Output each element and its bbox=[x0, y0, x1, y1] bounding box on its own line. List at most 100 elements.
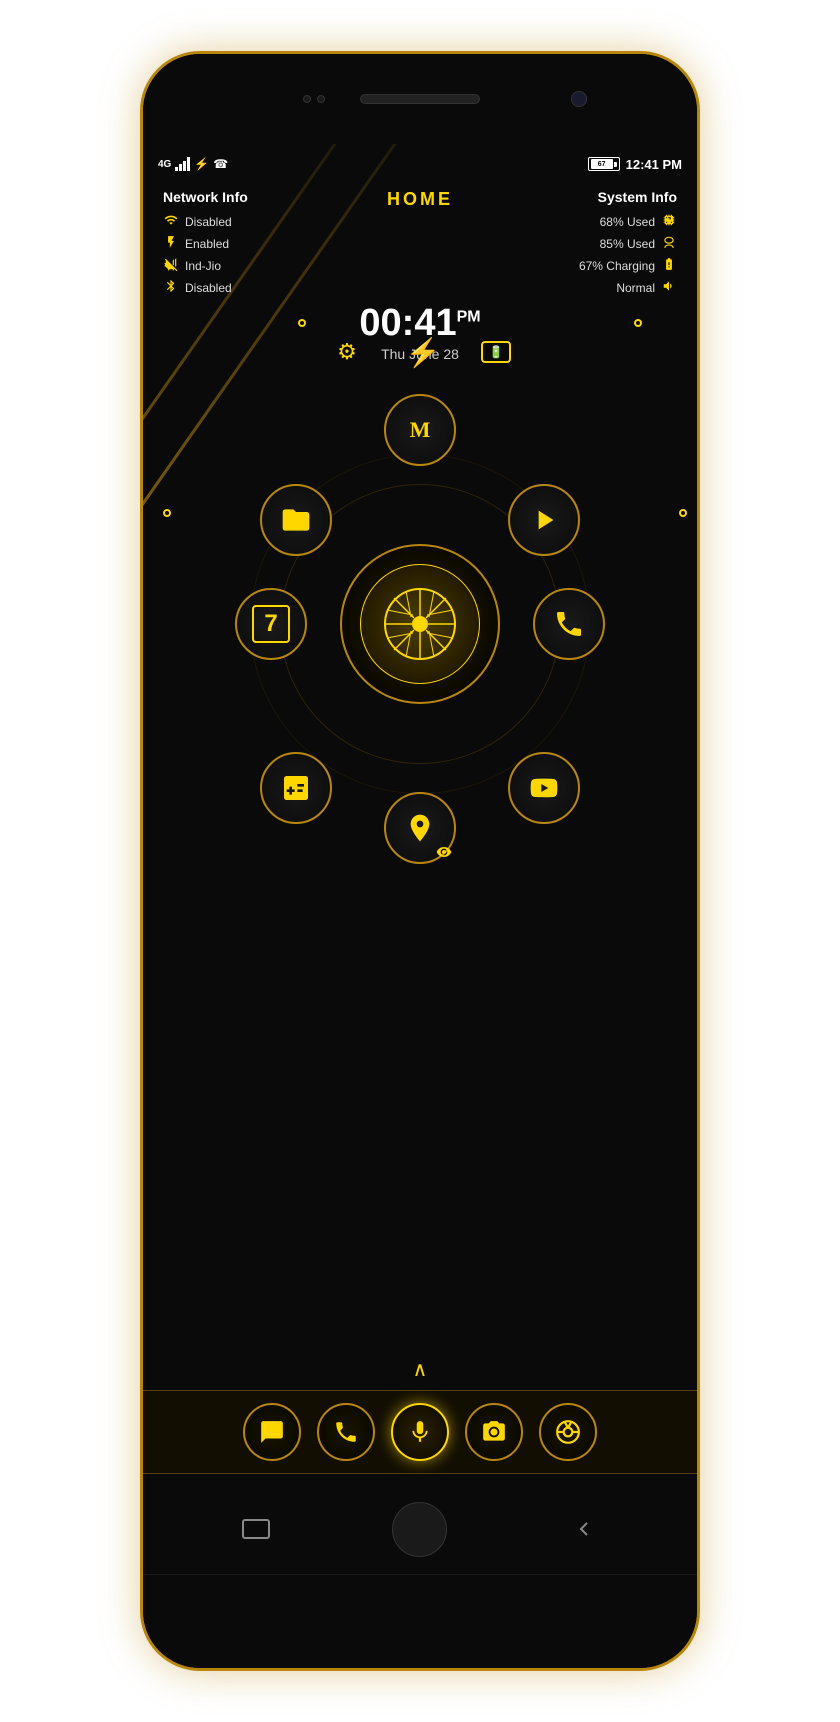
dock-messages-icon[interactable] bbox=[243, 1403, 301, 1461]
bluetooth-status-text: Disabled bbox=[185, 281, 232, 295]
chakra-symbol bbox=[380, 584, 460, 664]
phone-top-hardware bbox=[143, 54, 697, 144]
apps-ring-container: M 7 bbox=[230, 384, 610, 864]
quick-actions-bar: ⚙ ⚡ 🔋 bbox=[329, 334, 511, 370]
microphone-svg bbox=[407, 1419, 433, 1445]
signal-icon bbox=[163, 257, 179, 274]
bottom-dock-area: ∧ bbox=[143, 1357, 697, 1474]
wifi-status-text: Disabled bbox=[185, 215, 232, 229]
back-icon bbox=[572, 1517, 596, 1541]
app-icon-phone[interactable] bbox=[533, 588, 605, 660]
data-icon bbox=[163, 235, 179, 252]
files-icon bbox=[280, 504, 312, 536]
cpu-icon bbox=[661, 213, 677, 230]
wifi-icon bbox=[163, 213, 179, 230]
bar3 bbox=[183, 161, 186, 171]
system-volume-item: Normal bbox=[517, 279, 677, 296]
maps-icon bbox=[404, 812, 436, 844]
youtube-icon bbox=[528, 772, 560, 804]
network-carrier-item: Ind-Jio bbox=[163, 257, 323, 274]
sensor-dot bbox=[317, 95, 325, 103]
dock-chevron-icon[interactable]: ∧ bbox=[143, 1357, 697, 1382]
dock-camera-icon[interactable] bbox=[465, 1403, 523, 1461]
circuit-dot bbox=[634, 319, 642, 327]
eye-sub-icon bbox=[436, 844, 452, 860]
earpiece-speaker bbox=[360, 94, 480, 104]
circuit-dot bbox=[163, 509, 171, 517]
storage-usage-text: 85% Used bbox=[600, 237, 655, 251]
phone-status-icon: ☎ bbox=[213, 157, 228, 171]
recent-apps-button[interactable] bbox=[226, 1507, 286, 1552]
network-info-title: Network Info bbox=[163, 189, 323, 205]
sensor-area bbox=[303, 95, 325, 103]
settings-quick-icon[interactable]: ⚙ bbox=[329, 334, 365, 370]
flash-quick-icon[interactable]: ⚡ bbox=[405, 334, 441, 370]
status-right: 67 12:41 PM bbox=[588, 157, 682, 172]
battery-quick-icon[interactable]: 🔋 bbox=[481, 341, 511, 363]
phone-call-svg bbox=[333, 1419, 359, 1445]
circuit-dot bbox=[298, 319, 306, 327]
gmail-letter: M bbox=[410, 417, 431, 443]
bar4 bbox=[187, 157, 190, 171]
system-cpu-item: 68% Used bbox=[517, 213, 677, 230]
home-button[interactable] bbox=[392, 1502, 447, 1557]
network-bluetooth-item: Disabled bbox=[163, 279, 323, 296]
storage-icon bbox=[661, 235, 677, 252]
calendar-number: 7 bbox=[252, 605, 290, 643]
charging-icon bbox=[661, 257, 677, 274]
data-status-text: Enabled bbox=[185, 237, 229, 251]
navigation-bar bbox=[143, 1484, 697, 1574]
playstore-icon bbox=[528, 504, 560, 536]
phone-icon bbox=[553, 608, 585, 640]
volume-icon bbox=[661, 279, 677, 296]
network-data-item: Enabled bbox=[163, 235, 323, 252]
time-display: 12:41 PM bbox=[626, 157, 682, 172]
bar2 bbox=[179, 164, 182, 171]
bluetooth-icon bbox=[163, 279, 179, 296]
dock-microphone-icon[interactable] bbox=[391, 1403, 449, 1461]
app-icon-youtube[interactable] bbox=[508, 752, 580, 824]
network-type-label: 4G bbox=[158, 159, 171, 170]
center-chakra-wheel[interactable] bbox=[340, 544, 500, 704]
phone-bottom-hardware bbox=[143, 1574, 697, 1671]
info-panels-row: Network Info Disabled Enabled bbox=[143, 189, 697, 301]
usb-icon: ⚡ bbox=[194, 157, 209, 171]
app-icon-maps[interactable] bbox=[384, 792, 456, 864]
messages-svg bbox=[259, 1419, 285, 1445]
app-icon-calendar[interactable]: 7 bbox=[235, 588, 307, 660]
system-battery-item: 67% Charging bbox=[517, 257, 677, 274]
system-info-panel: System Info 68% Used 85% Used 67% Chargi… bbox=[517, 189, 677, 301]
network-wifi-item: Disabled bbox=[163, 213, 323, 230]
sensor-dot bbox=[303, 95, 311, 103]
system-info-title: System Info bbox=[517, 189, 677, 205]
dock-phone-icon[interactable] bbox=[317, 1403, 375, 1461]
battery-percent: 67 bbox=[598, 161, 606, 168]
home-label: HOME bbox=[387, 189, 453, 210]
camera-svg bbox=[481, 1419, 507, 1445]
circuit-dot bbox=[679, 509, 687, 517]
phone-device: 4G ⚡ ☎ 67 12:41 PM bbox=[140, 51, 700, 1671]
battery-icon: 67 bbox=[588, 157, 620, 171]
chakra-inner bbox=[360, 564, 480, 684]
app-icon-files[interactable] bbox=[260, 484, 332, 556]
carrier-text: Ind-Jio bbox=[185, 259, 221, 273]
app-icon-playstore[interactable] bbox=[508, 484, 580, 556]
status-bar: 4G ⚡ ☎ 67 12:41 PM bbox=[143, 144, 697, 184]
system-storage-item: 85% Used bbox=[517, 235, 677, 252]
cpu-usage-text: 68% Used bbox=[600, 215, 655, 229]
chrome-svg bbox=[555, 1419, 581, 1445]
clock-ampm: PM bbox=[457, 308, 481, 325]
phone-screen: 4G ⚡ ☎ 67 12:41 PM bbox=[143, 144, 697, 1574]
recent-apps-icon bbox=[242, 1519, 270, 1539]
network-info-panel: Network Info Disabled Enabled bbox=[163, 189, 323, 301]
bar1 bbox=[175, 167, 178, 171]
back-button[interactable] bbox=[554, 1507, 614, 1552]
app-icon-gmail[interactable]: M bbox=[384, 394, 456, 466]
battery-fill: 67 bbox=[591, 159, 613, 169]
home-center: HOME bbox=[387, 189, 453, 301]
app-icon-calculator[interactable] bbox=[260, 752, 332, 824]
bottom-dock bbox=[143, 1390, 697, 1474]
chakra-svg bbox=[380, 584, 460, 664]
volume-status-text: Normal bbox=[616, 281, 655, 295]
dock-chrome-icon[interactable] bbox=[539, 1403, 597, 1461]
